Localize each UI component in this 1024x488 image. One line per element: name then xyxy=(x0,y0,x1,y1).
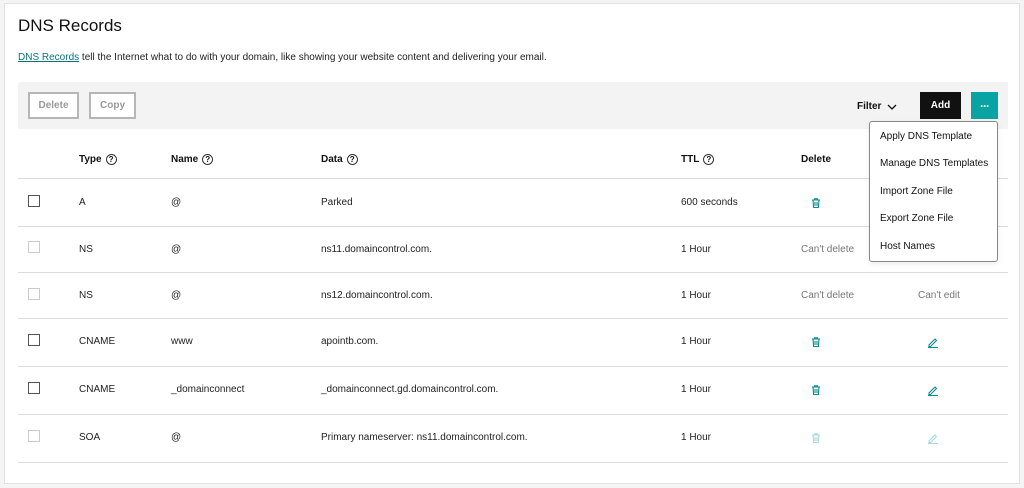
menu-item-host-names[interactable]: Host Names xyxy=(880,241,935,252)
header-type: Type ? xyxy=(79,154,117,165)
cant-edit-text: Can't edit xyxy=(918,290,960,301)
trash-icon[interactable] xyxy=(810,336,822,348)
trash-icon[interactable] xyxy=(810,197,822,209)
header-ttl: TTL ? xyxy=(681,154,715,165)
cell-type: NS xyxy=(79,290,93,301)
cell-ttl: 600 seconds xyxy=(681,197,738,208)
cell-type: A xyxy=(79,197,86,208)
table-header: Type ? Name ? Data ? TTL ? Delete xyxy=(18,132,1008,179)
delete-button[interactable]: Delete xyxy=(28,92,79,119)
row-checkbox xyxy=(28,288,40,300)
header-data: Data ? xyxy=(321,154,358,165)
cell-data: ns11.domaincontrol.com. xyxy=(321,244,432,255)
trash-icon xyxy=(812,433,820,444)
table-row: CNAME www apointb.com. 1 Hour xyxy=(18,319,1008,367)
cell-type: NS xyxy=(79,244,93,255)
cell-data: apointb.com. xyxy=(321,336,379,347)
copy-button[interactable]: Copy xyxy=(89,92,136,119)
pencil-icon[interactable] xyxy=(927,384,939,396)
cell-ttl: 1 Hour xyxy=(681,432,712,443)
add-record-button[interactable]: Add xyxy=(920,92,961,119)
cell-name: _domainconnect xyxy=(171,384,245,395)
row-checkbox[interactable] xyxy=(28,382,40,394)
table-row: A @ Parked 600 seconds xyxy=(18,179,1008,227)
pencil-icon[interactable] xyxy=(927,336,939,348)
intro-text: DNS Records tell the Internet what to do… xyxy=(18,52,547,63)
menu-item-import-zone-file[interactable]: Import Zone File xyxy=(880,186,953,197)
table-row: CNAME _domainconnect _domainconnect.gd.d… xyxy=(18,367,1008,415)
header-type-label: Type xyxy=(79,154,102,165)
cell-name: www xyxy=(171,336,193,347)
menu-item-manage-dns-templates[interactable]: Manage DNS Templates xyxy=(880,158,988,169)
table-row: NS @ ns11.domaincontrol.com. 1 Hour Can'… xyxy=(18,227,1008,273)
help-circle-icon[interactable]: ? xyxy=(346,154,358,165)
header-delete-label: Delete xyxy=(801,154,832,165)
cell-name: @ xyxy=(171,290,182,301)
cant-delete-text: Can't delete xyxy=(801,290,855,301)
more-actions-menu: Apply DNS Template Manage DNS Templates … xyxy=(869,121,998,262)
records-toolbar: Delete Copy Filter Add ··· xyxy=(18,82,1008,129)
trash-icon[interactable] xyxy=(810,384,822,396)
pencil-icon xyxy=(928,434,938,444)
cant-delete-text: Can't delete xyxy=(801,244,855,255)
row-checkbox xyxy=(28,430,40,442)
cell-name: @ xyxy=(171,432,182,443)
row-checkbox[interactable] xyxy=(28,195,40,207)
help-circle-icon[interactable]: ? xyxy=(202,154,214,165)
more-actions-button[interactable]: ··· xyxy=(971,92,998,119)
table-row: NS @ ns12.domaincontrol.com. 1 Hour Can'… xyxy=(18,273,1008,319)
cell-data: Parked xyxy=(321,197,353,208)
cell-data: ns12.domaincontrol.com. xyxy=(321,290,433,301)
dns-records-card: DNS Records DNS Records tell the Interne… xyxy=(4,3,1020,484)
menu-item-export-zone-file[interactable]: Export Zone File xyxy=(880,213,953,224)
cell-data: _domainconnect.gd.domaincontrol.com. xyxy=(321,384,499,395)
help-circle-icon[interactable]: ? xyxy=(703,154,715,165)
dns-records-table: Type ? Name ? Data ? TTL ? Delete A @ Pa… xyxy=(18,132,1008,463)
cell-ttl: 1 Hour xyxy=(681,336,712,347)
cell-ttl: 1 Hour xyxy=(681,290,712,301)
dns-records-link[interactable]: DNS Records xyxy=(18,52,79,63)
chevron-down-icon xyxy=(887,104,897,110)
intro-description: tell the Internet what to do with your d… xyxy=(79,52,547,63)
cell-type: CNAME xyxy=(79,336,116,347)
menu-item-apply-dns-template[interactable]: Apply DNS Template xyxy=(880,131,972,142)
row-checkbox[interactable] xyxy=(28,334,40,346)
cell-ttl: 1 Hour xyxy=(681,384,712,395)
header-ttl-label: TTL xyxy=(681,154,700,165)
header-data-label: Data xyxy=(321,154,343,165)
header-name: Name ? xyxy=(171,154,214,165)
header-delete: Delete xyxy=(801,154,831,165)
help-circle-icon[interactable]: ? xyxy=(105,154,117,165)
cell-type: SOA xyxy=(79,432,101,443)
table-row: SOA @ Primary nameserver: ns11.domaincon… xyxy=(18,415,1008,463)
row-checkbox xyxy=(28,241,40,253)
cell-data: Primary nameserver: ns11.domaincontrol.c… xyxy=(321,432,528,443)
page-title: DNS Records xyxy=(18,16,122,35)
header-name-label: Name xyxy=(171,154,199,165)
cell-name: @ xyxy=(171,244,182,255)
filter-dropdown[interactable]: Filter xyxy=(857,101,897,112)
cell-name: @ xyxy=(171,197,182,208)
cell-ttl: 1 Hour xyxy=(681,244,712,255)
cell-type: CNAME xyxy=(79,384,116,395)
filter-label: Filter xyxy=(857,101,882,112)
